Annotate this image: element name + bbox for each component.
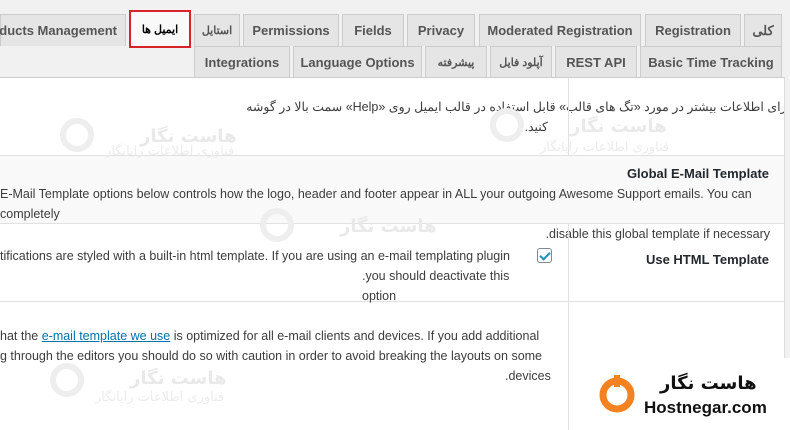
tab-moderated-registration[interactable]: Moderated Registration: [479, 14, 641, 46]
tab-registration[interactable]: Registration: [645, 14, 741, 46]
tab-fields[interactable]: Fields: [342, 14, 404, 46]
info-row: برای اطلاعات بیشتر در مورد «تگ های قالب»…: [0, 78, 785, 156]
global-template-row: Global E-Mail Template E-Mail Template o…: [0, 156, 784, 241]
hostnegar-logo-fa: هاست نگار: [660, 373, 757, 394]
email-template-link[interactable]: e-mail template we use: [42, 329, 171, 343]
info-text: برای اطلاعات بیشتر در مورد «تگ های قالب»…: [246, 100, 785, 134]
tab-advanced[interactable]: پیشرفته: [425, 46, 487, 78]
tab-language-options[interactable]: Language Options: [293, 46, 422, 78]
settings-tabs: کلی Registration Moderated Registration …: [0, 0, 790, 80]
tab-integrations[interactable]: Integrations: [194, 46, 290, 78]
tab-file-upload[interactable]: آپلود فایل: [490, 46, 552, 78]
tab-rest-api[interactable]: REST API: [555, 46, 637, 78]
tab-emails[interactable]: ایمیل ها: [129, 10, 191, 48]
tab-style[interactable]: استایل: [194, 14, 240, 46]
hostnegar-logo-en: Hostnegar.com: [644, 398, 767, 417]
tab-products-management[interactable]: ducts Management: [0, 14, 126, 46]
global-template-heading: Global E-Mail Template: [626, 166, 769, 181]
tab-basic-time-tracking[interactable]: Basic Time Tracking: [640, 46, 782, 78]
use-html-template-desc: tifications are styled with a built-in h…: [0, 249, 510, 303]
hostnegar-logo-icon: [599, 375, 635, 413]
template-note-desc: hat the e-mail template we use is optimi…: [0, 329, 551, 383]
tab-privacy[interactable]: Privacy: [407, 14, 475, 46]
tab-permissions[interactable]: Permissions: [243, 14, 339, 46]
use-html-template-checkbox[interactable]: [537, 248, 552, 263]
use-html-template-row: Use HTML Template tifications are styled…: [0, 224, 784, 303]
use-html-template-label: Use HTML Template: [645, 252, 769, 267]
tab-general[interactable]: کلی: [744, 14, 782, 46]
